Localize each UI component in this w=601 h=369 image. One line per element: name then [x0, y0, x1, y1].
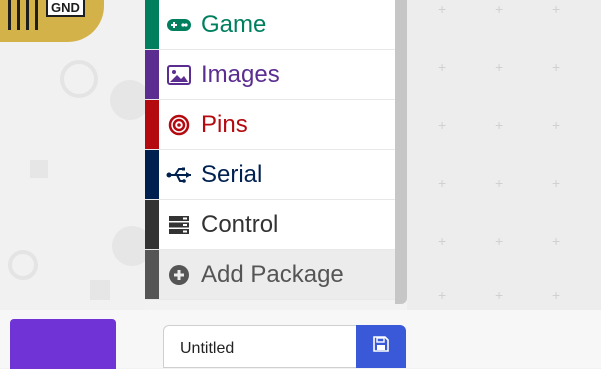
- add-package-label: Add Package: [201, 260, 344, 288]
- target-icon: [165, 114, 193, 136]
- category-label: Game: [201, 10, 267, 38]
- grid-mark: +: [495, 1, 504, 17]
- board-pins: [8, 0, 38, 30]
- grid-mark: +: [552, 59, 561, 75]
- grid-mark: +: [495, 117, 504, 133]
- usb-icon: [165, 164, 193, 186]
- category-images[interactable]: Images: [145, 50, 395, 100]
- gnd-pin-label: GND: [46, 0, 85, 17]
- category-label: Images: [201, 60, 280, 88]
- server-icon: [165, 214, 193, 236]
- grid-mark: +: [438, 175, 447, 191]
- grid-mark: +: [438, 59, 447, 75]
- category-control[interactable]: Control: [145, 200, 395, 250]
- toolbox-scrollbar[interactable]: [395, 0, 407, 304]
- category-color-bar: [145, 150, 159, 199]
- save-icon: [373, 336, 389, 357]
- grid-mark: +: [552, 117, 561, 133]
- save-button[interactable]: [356, 325, 406, 368]
- grid-mark: +: [552, 287, 561, 303]
- project-name-input[interactable]: [164, 326, 350, 358]
- grid-mark: +: [552, 1, 561, 17]
- simulator-area: GND: [0, 0, 145, 320]
- category-color-bar: [145, 200, 159, 249]
- category-color-bar: [145, 250, 159, 299]
- background-decoration: [60, 60, 98, 98]
- download-button[interactable]: [10, 319, 116, 369]
- background-decoration: [30, 160, 48, 178]
- category-color-bar: [145, 100, 159, 149]
- plus-circle-icon: [165, 264, 193, 286]
- gamepad-icon: [165, 14, 193, 36]
- grid-mark: +: [438, 233, 447, 249]
- grid-mark: +: [438, 117, 447, 133]
- grid-mark: +: [438, 287, 447, 303]
- grid-mark: +: [495, 59, 504, 75]
- category-game[interactable]: Game: [145, 0, 395, 50]
- blocks-workspace[interactable]: + + + + + + + + + + + + + + + + + +: [407, 0, 601, 310]
- category-label: Pins: [201, 110, 248, 138]
- add-package-button[interactable]: Add Package: [145, 250, 395, 300]
- grid-mark: +: [438, 1, 447, 17]
- background-decoration: [90, 280, 110, 300]
- grid-mark: +: [552, 175, 561, 191]
- background-decoration: [112, 226, 145, 266]
- grid-mark: +: [552, 233, 561, 249]
- category-label: Serial: [201, 160, 263, 188]
- microbit-board: GND: [0, 0, 104, 42]
- grid-mark: +: [495, 175, 504, 191]
- grid-mark: +: [495, 233, 504, 249]
- toolbox: Game Images Pins Serial Control Add Pack: [145, 0, 395, 300]
- category-pins[interactable]: Pins: [145, 100, 395, 150]
- image-icon: [165, 64, 193, 86]
- background-decoration: [8, 250, 38, 280]
- category-color-bar: [145, 0, 159, 49]
- category-serial[interactable]: Serial: [145, 150, 395, 200]
- background-decoration: [110, 80, 145, 120]
- category-label: Control: [201, 210, 279, 238]
- grid-mark: +: [495, 287, 504, 303]
- project-name-box: [163, 325, 359, 368]
- category-color-bar: [145, 50, 159, 99]
